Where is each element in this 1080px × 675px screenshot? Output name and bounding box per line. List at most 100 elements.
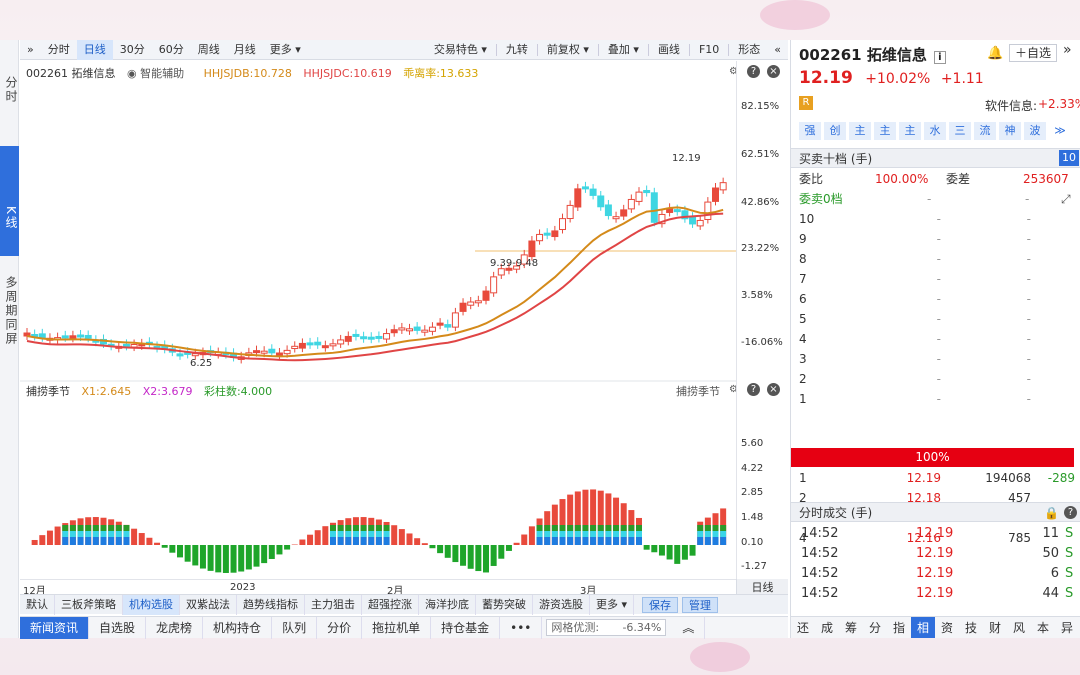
bottom-tab[interactable]: 拖拉机单 [362, 616, 432, 639]
manage-button[interactable]: 管理 [682, 596, 719, 613]
quick-indicator[interactable]: 主 [899, 122, 921, 140]
tab-30min[interactable]: 30分 [113, 40, 152, 60]
lock-icon[interactable]: 🔒 [1044, 503, 1059, 523]
quick-indicator[interactable]: 流 [974, 122, 996, 140]
quick-indicator[interactable]: 创 [824, 122, 846, 140]
r-badge[interactable]: R [799, 96, 813, 110]
histogram-layer [551, 531, 558, 537]
bottom-tab[interactable]: 新闻资讯 [20, 616, 90, 639]
strategy-item[interactable]: 蓄势突破 [476, 594, 533, 615]
nav-fenshi[interactable]: 分时 [0, 70, 19, 110]
bottom-tab[interactable]: 龙虎榜 [146, 616, 204, 639]
tab-more[interactable]: 更多 ▾ [263, 40, 308, 60]
expand-icon[interactable]: « [767, 40, 788, 60]
histogram-layer [123, 537, 130, 545]
tab-draw[interactable]: 画线 [651, 40, 687, 60]
tab-jiuzhuan[interactable]: 九转 [499, 40, 535, 60]
candle [436, 322, 444, 326]
tab-monthly[interactable]: 月线 [227, 40, 263, 60]
strategy-item[interactable]: 双紫战法 [180, 594, 237, 615]
strategy-item[interactable]: 游资选股 [533, 594, 590, 615]
tab-overlay[interactable]: 叠加 ▾ [601, 40, 646, 60]
info-icon[interactable]: i [934, 51, 946, 64]
expand-icon[interactable]: ⤢ [1061, 189, 1071, 209]
tab-trading-feature[interactable]: 交易特色 ▾ [427, 40, 494, 60]
panel-menu-icon[interactable]: » [1063, 42, 1072, 58]
panel-tab[interactable]: 资 [935, 617, 959, 638]
quick-indicator[interactable]: 水 [924, 122, 946, 140]
panel-tab[interactable]: 相 [911, 617, 935, 638]
bottom-tab[interactable]: 分价 [317, 616, 363, 639]
quick-indicator[interactable]: 主 [874, 122, 896, 140]
help-icon[interactable]: ? [1064, 506, 1077, 519]
more-icon[interactable]: ••• [500, 616, 543, 639]
strategy-item[interactable]: 默认 [20, 594, 55, 615]
y-axis: 82.15% 62.51% 42.86% 23.22% 3.58% -16.06% 5.60… [736, 61, 788, 596]
strategy-item[interactable]: 三板斧策略 [55, 594, 123, 615]
candle [390, 329, 398, 334]
tab-pattern[interactable]: 形态 [731, 40, 767, 60]
bell-icon[interactable]: 🔔 [987, 46, 1003, 61]
panel-tab[interactable]: 风 [1007, 617, 1031, 638]
grid-test-field[interactable]: 网格优测: -6.34% [546, 619, 667, 636]
panel-tab[interactable]: 本 [1031, 617, 1055, 638]
quick-indicator[interactable]: 强 [799, 122, 821, 140]
quick-indicator[interactable]: 波 [1024, 122, 1046, 140]
histogram-layer [536, 525, 543, 531]
panel-tab[interactable]: 财 [983, 617, 1007, 638]
panel-tab[interactable]: 技 [959, 617, 983, 638]
assist-toggle[interactable]: ◉ 智能辅助 [127, 67, 192, 80]
histogram-layer [345, 531, 352, 537]
histogram-layer [613, 525, 620, 531]
histogram-layer [559, 525, 566, 531]
panel-tab[interactable]: 还 [791, 617, 815, 638]
collapse-icon[interactable]: » [20, 40, 41, 60]
save-button[interactable]: 保存 [642, 596, 679, 613]
panel-tab[interactable]: 指 [887, 617, 911, 638]
add-watch-button[interactable]: ＋自选 [1009, 44, 1057, 62]
candle [497, 268, 505, 276]
bottom-tab[interactable]: 持仓基金 [431, 616, 501, 639]
candle [314, 341, 322, 346]
tab-adjust[interactable]: 前复权 ▾ [540, 40, 596, 60]
histogram-layer [620, 531, 627, 537]
panel-tab[interactable]: 异 [1055, 617, 1079, 638]
quick-indicator[interactable]: 三 [949, 122, 971, 140]
histogram-layer [115, 531, 122, 537]
tab-60min[interactable]: 60分 [152, 40, 191, 60]
kline-chart[interactable]: 12.19 9.39-9.48 6.25 [20, 61, 736, 579]
strategy-item[interactable]: 更多 ▾ [590, 594, 635, 615]
strategy-item[interactable]: 机构选股 [123, 594, 180, 615]
panel-tab[interactable]: 筹 [839, 617, 863, 638]
strategy-item[interactable]: 趋势线指标 [237, 594, 305, 615]
sell-level-row: 1-- [799, 392, 1031, 406]
bottom-tab[interactable]: 机构持仓 [203, 616, 273, 639]
strategy-item[interactable]: 超强控涨 [362, 594, 419, 615]
bottom-tab[interactable]: 自选股 [89, 616, 147, 639]
strategy-item[interactable]: 主力狙击 [305, 594, 362, 615]
strategy-item[interactable]: 海洋抄底 [419, 594, 476, 615]
sell-level-row: 5-- [799, 312, 1031, 326]
collapse-up-icon[interactable]: ︽ [672, 616, 706, 639]
annotation-range: 9.39-9.48 [490, 258, 538, 269]
quick-indicator[interactable]: 主 [849, 122, 871, 140]
tab-daily[interactable]: 日线 [76, 39, 113, 60]
candle [444, 324, 452, 328]
more-chevron-icon[interactable]: ≫ [1049, 122, 1071, 140]
y-tick: 82.15% [741, 101, 780, 112]
nav-multi-period[interactable]: 多周期同屏 [0, 266, 19, 356]
tab-f10[interactable]: F10 [692, 40, 726, 60]
histogram-layer [108, 525, 115, 531]
nav-kline[interactable]: K线 [0, 146, 19, 256]
candle [69, 335, 77, 339]
order-book-badge[interactable]: 10 [1059, 150, 1079, 166]
tab-fenshi[interactable]: 分时 [41, 40, 77, 60]
bottom-tab[interactable]: 队列 [272, 616, 318, 639]
panel-tab[interactable]: 成 [815, 617, 839, 638]
histogram-layer [559, 531, 566, 537]
quick-indicator[interactable]: 神 [999, 122, 1021, 140]
histogram-layer [697, 537, 704, 545]
histogram-layer [590, 537, 597, 545]
tab-weekly[interactable]: 周线 [191, 40, 227, 60]
panel-tab[interactable]: 分 [863, 617, 887, 638]
